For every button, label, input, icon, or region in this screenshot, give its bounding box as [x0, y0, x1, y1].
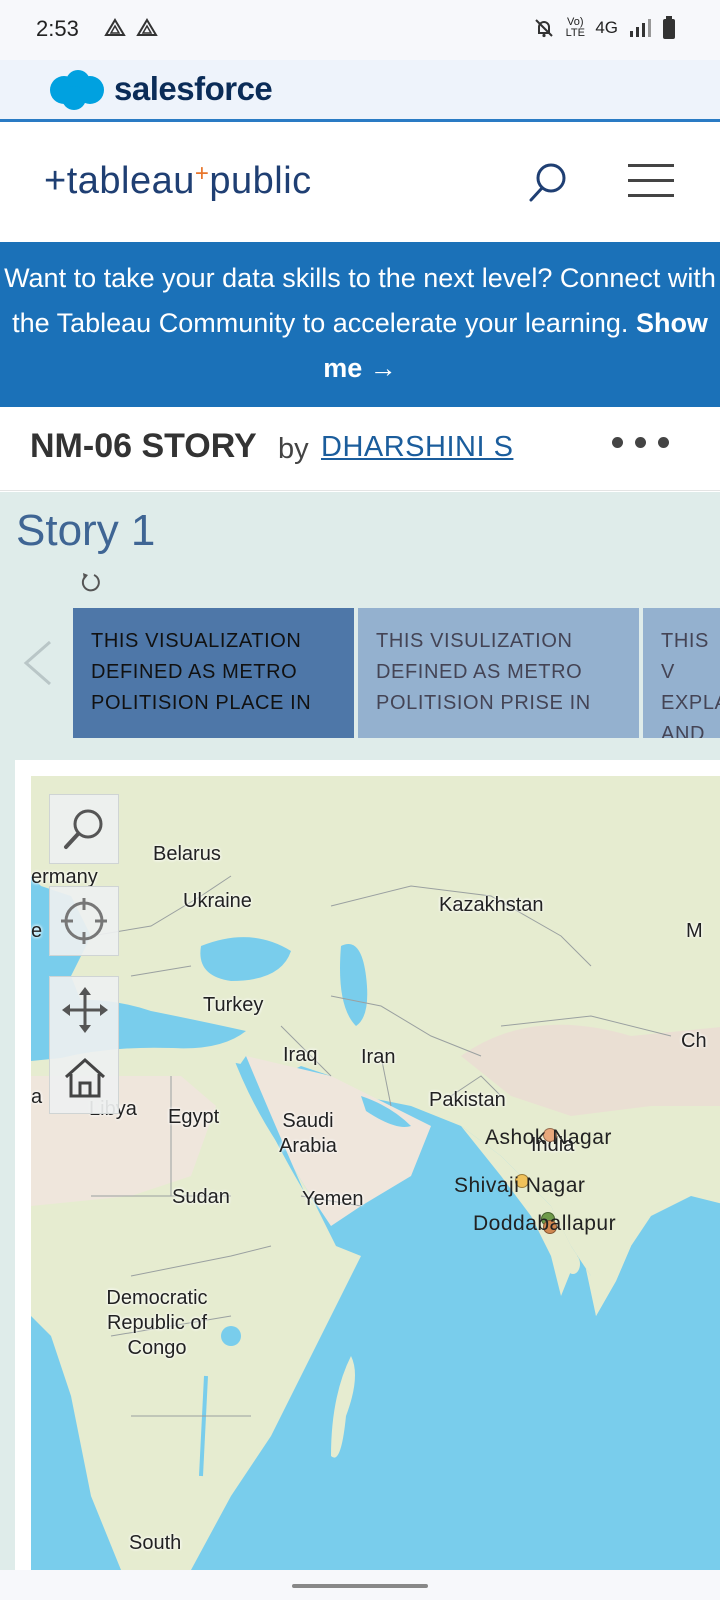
- country-label: Turkey: [203, 994, 264, 1016]
- map-view[interactable]: ermany Belarus Ukraine Kazakhstan M Turk…: [31, 776, 720, 1570]
- community-banner: Want to take your data skills to the nex…: [0, 242, 720, 407]
- country-label: Egypt: [168, 1106, 220, 1128]
- country-label: Kazakhstan: [439, 894, 544, 916]
- country-label: M: [686, 920, 703, 942]
- drive-icon: [104, 18, 126, 36]
- country-label: a: [31, 1086, 43, 1108]
- country-label: Iraq: [283, 1044, 318, 1066]
- salesforce-brand[interactable]: salesforce: [114, 70, 273, 108]
- country-label: South: [129, 1532, 182, 1554]
- chevron-left-icon[interactable]: [22, 640, 54, 686]
- salesforce-bar: salesforce: [0, 60, 720, 122]
- tableau-public-logo[interactable]: +tableau+public: [44, 160, 312, 203]
- story-point-1[interactable]: THIS VISUALIZATION DEFINED AS METRO POLI…: [73, 608, 354, 738]
- viz-title-row: NM-06 STORY by DHARSHINI S: [0, 407, 720, 491]
- place-label: Ashok Nagar: [485, 1126, 612, 1149]
- by-label: by: [278, 433, 309, 465]
- status-right-icons: Vo) LTE 4G: [533, 16, 676, 40]
- tableau-public-header: +tableau+public: [0, 124, 720, 242]
- story-point-3[interactable]: THIS V EXPLA AND P: [643, 608, 720, 738]
- map-frame: ermany Belarus Ukraine Kazakhstan M Turk…: [15, 760, 720, 1570]
- banner-text: Want to take your data skills to the nex…: [4, 263, 716, 338]
- map-basemap: [31, 776, 720, 1570]
- country-label: Belarus: [153, 843, 221, 865]
- story-title: Story 1: [16, 506, 156, 555]
- country-label: Sudan: [172, 1186, 230, 1208]
- status-time: 2:53: [36, 16, 79, 41]
- logo-public-text: public: [209, 160, 312, 202]
- story-point-label: THIS VISUALIZATION DEFINED AS METRO POLI…: [91, 630, 312, 714]
- country-label: e: [31, 920, 43, 942]
- country-label: Yemen: [302, 1188, 364, 1210]
- network-type: 4G: [595, 18, 618, 37]
- country-label: Pakistan: [429, 1089, 506, 1111]
- map-locate-button[interactable]: [49, 886, 119, 956]
- home-icon[interactable]: [62, 1055, 108, 1101]
- hamburger-menu-icon[interactable]: [628, 164, 674, 198]
- map-tool-group: [49, 976, 119, 1114]
- story-point-label: THIS V EXPLA AND P: [661, 630, 720, 738]
- story-area: Story 1 THIS VISUALIZATION DEFINED AS ME…: [0, 492, 720, 1570]
- pan-arrows-icon[interactable]: [60, 985, 110, 1035]
- map-search-icon: [64, 809, 103, 849]
- status-bar: 2:53 Vo) LTE 4G: [0, 0, 720, 60]
- gesture-handle[interactable]: [292, 1584, 428, 1588]
- logo-main-text: +tableau: [44, 160, 195, 202]
- country-label: Iran: [361, 1046, 396, 1068]
- country-label: Saudi Arabia: [279, 1110, 337, 1157]
- undo-icon[interactable]: [80, 570, 102, 594]
- signal-icon: [630, 19, 651, 37]
- place-label: Doddaballapur: [473, 1212, 617, 1235]
- logo-plus: +: [194, 160, 210, 187]
- system-nav-bar: [0, 1570, 720, 1600]
- viz-title: NM-06 STORY: [30, 427, 257, 465]
- author-link[interactable]: DHARSHINI S: [321, 431, 513, 464]
- more-dots-icon[interactable]: [612, 437, 669, 448]
- story-point-label: THIS VISULIZATION DEFINED AS METRO POLIT…: [376, 630, 591, 714]
- crosshair-icon: [61, 898, 107, 944]
- story-point-2[interactable]: THIS VISULIZATION DEFINED AS METRO POLIT…: [358, 608, 639, 738]
- status-notification-icons: [104, 18, 158, 38]
- country-label: Democratic Republic of Congo: [106, 1287, 208, 1359]
- search-icon[interactable]: [528, 162, 568, 204]
- mute-bell-icon: [535, 19, 554, 38]
- drive-icon: [136, 18, 158, 36]
- place-label: Shivaji Nagar: [454, 1174, 586, 1197]
- battery-icon: [663, 16, 675, 39]
- salesforce-cloud-icon: [50, 70, 104, 110]
- map-search-button[interactable]: [49, 794, 119, 864]
- country-label: Ch: [681, 1030, 707, 1052]
- country-label: Ukraine: [183, 890, 252, 912]
- volte-badge: Vo) LTE: [565, 16, 585, 39]
